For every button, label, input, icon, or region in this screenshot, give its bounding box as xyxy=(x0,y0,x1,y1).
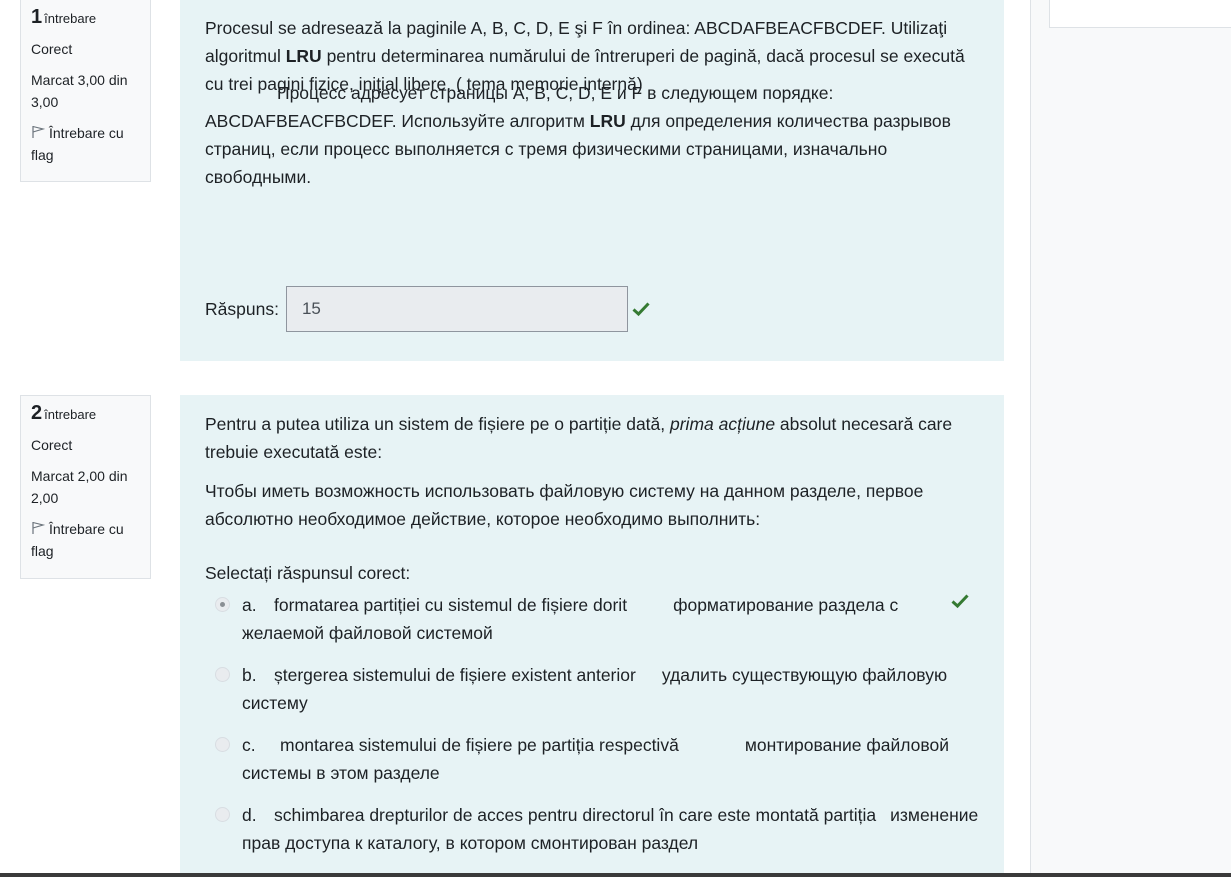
answer-input[interactable]: 15 xyxy=(285,286,628,332)
question-1-number: 1 întrebare xyxy=(31,6,97,28)
question-1-state: Corect xyxy=(31,41,73,57)
question-2-text-ru: Чтобы иметь возможность использовать фай… xyxy=(205,481,924,529)
bottom-edge xyxy=(0,873,1231,877)
question-2-content: Pentru a putea utiliza un sistem de fiși… xyxy=(180,395,1004,877)
option-c-radio[interactable] xyxy=(215,737,230,752)
right-sidebar xyxy=(1030,0,1231,877)
flag-icon xyxy=(32,521,45,534)
option-d[interactable]: d. schimbarea drepturilor de acces pentru… xyxy=(205,801,979,857)
option-c[interactable]: c. montarea sistemului de fișiere pe part… xyxy=(205,731,979,787)
question-1-grade: Marcat 3,00 din 3,00 xyxy=(31,72,128,110)
option-a-radio[interactable] xyxy=(215,597,230,612)
option-b-radio[interactable] xyxy=(215,667,230,682)
option-b[interactable]: b. ștergerea sistemului de fișiere existe… xyxy=(205,661,979,717)
check-icon xyxy=(951,594,969,609)
question-1-info: 1 întrebare Corect Marcat 3,00 din 3,00 Î… xyxy=(20,0,151,182)
question-2-flag-toggle[interactable]: Întrebare cu flag xyxy=(31,518,140,562)
question-2-number: 2 întrebare xyxy=(31,402,97,424)
answer-prompt: Selectați răspunsul corect: xyxy=(205,563,411,583)
option-d-radio[interactable] xyxy=(215,807,230,822)
check-icon xyxy=(632,302,650,317)
question-2-state: Corect xyxy=(31,437,73,453)
answer-label: Răspuns: xyxy=(205,299,279,319)
answer-row: Răspuns: 15 xyxy=(205,286,650,332)
question-2-text-ro: Pentru a putea utiliza un sistem de fiși… xyxy=(205,414,953,462)
question-1-content: Procesul se adresează la paginile A, B, … xyxy=(180,0,1004,361)
flag-icon xyxy=(32,125,45,138)
question-2-grade: Marcat 2,00 din 2,00 xyxy=(31,468,128,506)
question-1-flag-toggle[interactable]: Întrebare cu flag xyxy=(31,122,140,166)
question-2-info: 2 întrebare Corect Marcat 2,00 din 2,00 Î… xyxy=(20,395,151,579)
sidebar-block xyxy=(1049,0,1231,28)
option-a[interactable]: a. formatarea partiției cu sistemul de fi… xyxy=(205,591,979,647)
